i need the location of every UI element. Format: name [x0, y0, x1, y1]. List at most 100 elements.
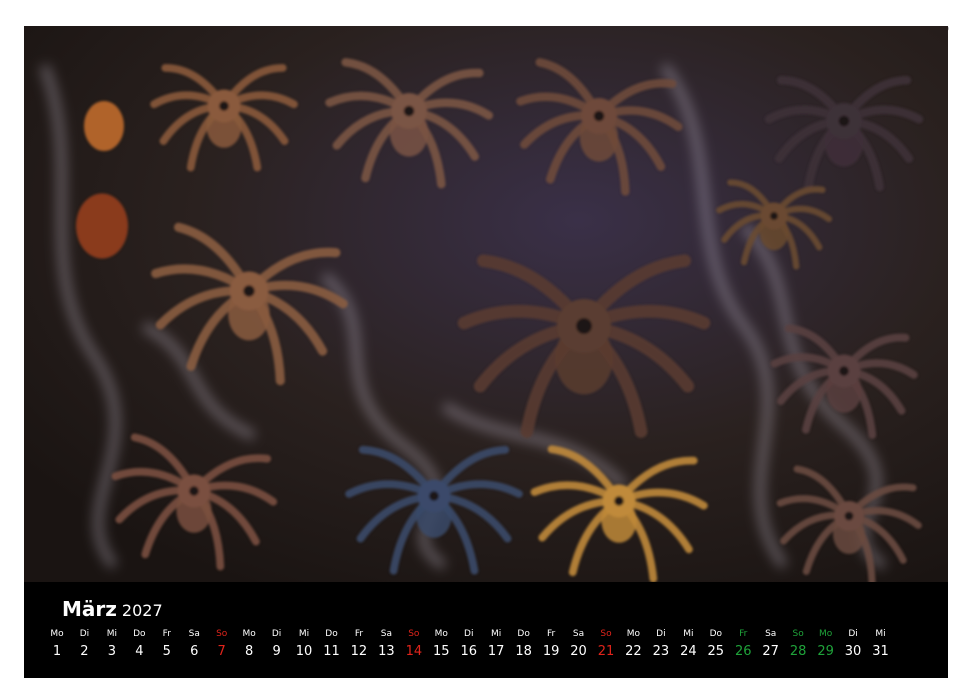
- weekday-label: Fr: [354, 629, 364, 639]
- tarantula-illustration: [24, 26, 948, 582]
- day-number: 11: [323, 644, 340, 659]
- day-number: 25: [707, 644, 725, 659]
- day-cell: Do 11: [318, 628, 346, 662]
- day-cell: Sa 13: [372, 628, 400, 662]
- weekday-label: Do: [133, 629, 146, 639]
- day-number: 19: [542, 644, 560, 659]
- tarantula-photo: [24, 26, 948, 582]
- day-number: 27: [762, 644, 779, 659]
- day-cell: Mo 29: [812, 628, 840, 662]
- weekday-label: Di: [848, 629, 858, 639]
- weekday-label: Mi: [298, 629, 310, 639]
- day-number: 7: [217, 644, 226, 659]
- day-number: 28: [789, 644, 807, 659]
- day-cell: So 28: [784, 628, 812, 662]
- weekday-label: Mi: [106, 629, 118, 639]
- weekday-label: Do: [709, 629, 723, 639]
- day-number: 24: [680, 644, 697, 659]
- day-number: 21: [597, 644, 615, 659]
- day-number: 26: [734, 644, 752, 659]
- weekday-label: So: [600, 629, 612, 639]
- day-number: 20: [570, 644, 587, 659]
- day-number: 23: [652, 644, 670, 659]
- day-cell: Sa 27: [757, 628, 785, 662]
- month-title: März 2027: [62, 597, 163, 621]
- day-cell: Fr 26: [729, 628, 757, 662]
- weekday-label: Di: [79, 629, 90, 639]
- weekday-label: Mo: [50, 629, 64, 639]
- weekday-label: Mo: [626, 629, 641, 639]
- weekday-label: So: [216, 629, 228, 639]
- day-cell: Mo 15: [427, 628, 455, 662]
- day-number: 17: [487, 644, 505, 659]
- day-cell: Mo 8: [235, 628, 263, 662]
- weekday-label: Mo: [818, 629, 833, 639]
- day-number: 12: [350, 644, 368, 659]
- day-row: Mo 1 Di 2 Mi 3 Do 4 Fr 5 Sa 6 So 7 Mo 8 Di 9 Mi 10 Do 11 Fr 12 S…: [24, 628, 948, 672]
- day-cell: Do 4: [125, 628, 153, 662]
- day-number: 8: [245, 644, 254, 659]
- day-number: 6: [190, 644, 199, 659]
- day-cell: Sa 20: [565, 628, 593, 662]
- day-cell: So 21: [592, 628, 620, 662]
- day-cell: Di 30: [839, 628, 867, 662]
- weekday-label: Sa: [572, 629, 585, 639]
- day-cell: Di 9: [263, 628, 291, 662]
- day-cell: Di 23: [647, 628, 675, 662]
- day-number: 29: [817, 644, 834, 659]
- weekday-label: Mo: [242, 629, 256, 639]
- month-name: März: [62, 597, 117, 621]
- calendar-strip: März 2027 Mo 1 Di 2 Mi 3 Do 4 Fr 5 Sa 6 So 7 Mo 8 Di 9 Mi 10…: [24, 582, 948, 678]
- weekday-label: Fr: [162, 629, 171, 639]
- weekday-label: So: [408, 629, 420, 639]
- day-number: 15: [433, 644, 450, 659]
- day-cell: Fr 5: [153, 628, 181, 662]
- day-cell: Sa 6: [180, 628, 208, 662]
- month-year: 2027: [121, 601, 163, 620]
- weekday-label: Di: [656, 629, 666, 639]
- day-cell: Mi 24: [674, 628, 702, 662]
- day-number: 31: [872, 644, 889, 659]
- day-cell: Di 2: [70, 628, 98, 662]
- day-cell: Do 18: [510, 628, 538, 662]
- day-cell: Mo 1: [43, 628, 71, 662]
- weekday-label: Di: [464, 629, 474, 639]
- weekday-label: Fr: [739, 629, 748, 639]
- weekday-label: Mi: [875, 629, 886, 639]
- day-number: 4: [135, 644, 144, 659]
- day-cell: Di 16: [455, 628, 483, 662]
- day-number: 18: [515, 644, 532, 659]
- moult-shell: [84, 101, 124, 151]
- weekday-label: Sa: [380, 629, 392, 639]
- day-cell: Do 25: [702, 628, 730, 662]
- day-cell: Mi 17: [482, 628, 510, 662]
- day-number: 1: [52, 644, 62, 659]
- day-cell: Mo 22: [619, 628, 647, 662]
- weekday-label: Fr: [546, 629, 556, 639]
- day-number: 30: [844, 644, 862, 659]
- day-number: 2: [80, 644, 89, 659]
- weekday-label: Do: [325, 629, 338, 639]
- weekday-label: Mo: [434, 629, 448, 639]
- day-number: 10: [295, 644, 313, 659]
- weekday-label: Sa: [188, 629, 200, 639]
- day-number: 22: [625, 644, 642, 659]
- day-cell: So 7: [208, 628, 236, 662]
- moult-shell: [76, 193, 128, 259]
- weekday-label: Di: [271, 629, 282, 639]
- day-number: 14: [405, 644, 423, 659]
- day-cell: So 14: [400, 628, 428, 662]
- day-number: 3: [107, 644, 117, 659]
- day-number: 16: [460, 644, 478, 659]
- day-cell: Mi 10: [290, 628, 318, 662]
- weekday-label: Do: [517, 629, 530, 639]
- day-cell: Fr 19: [537, 628, 565, 662]
- day-number: 5: [162, 644, 171, 659]
- day-number: 9: [272, 644, 281, 659]
- weekday-label: Mi: [491, 629, 502, 639]
- weekday-label: Sa: [765, 629, 777, 639]
- weekday-label: Mi: [683, 629, 694, 639]
- day-number: 13: [378, 644, 395, 659]
- day-cell: Mi 3: [98, 628, 126, 662]
- day-cell: Fr 12: [345, 628, 373, 662]
